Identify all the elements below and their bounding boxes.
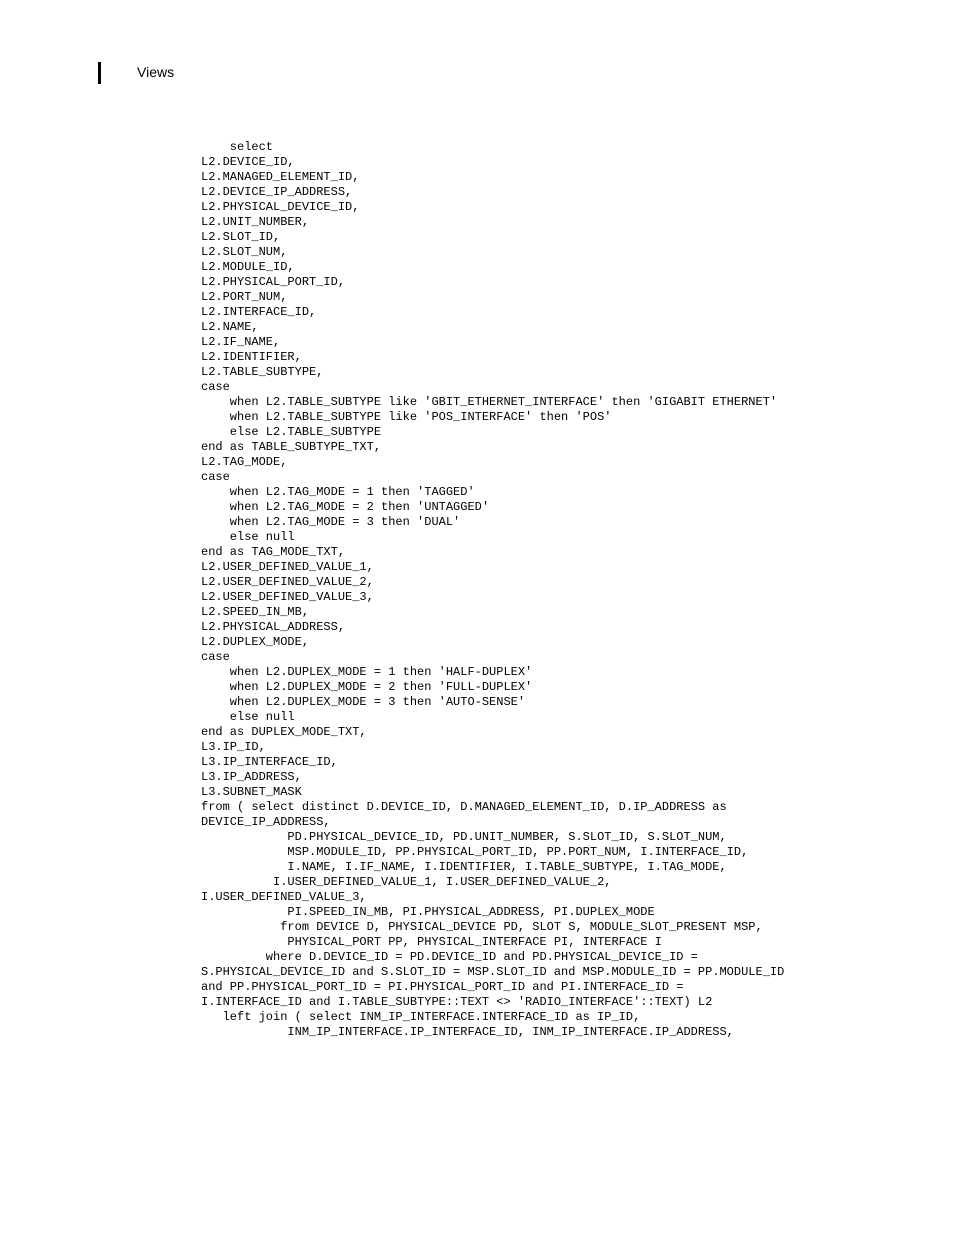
section-heading: Views — [137, 64, 174, 80]
code-listing: select L2.DEVICE_ID, L2.MANAGED_ELEMENT_… — [201, 140, 944, 1040]
change-bar — [98, 62, 101, 84]
